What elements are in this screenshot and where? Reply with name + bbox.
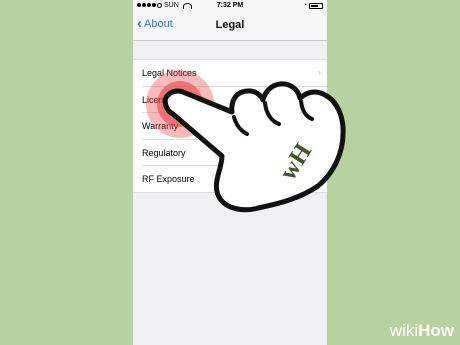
list-item-warranty[interactable]: Warranty — [133, 113, 327, 140]
phone-screen: SUN 7:32 PM ◔ ‹ About Legal Legal Notice… — [133, 0, 327, 345]
nav-bar: ‹ About Legal — [133, 12, 327, 41]
list-item-label: Warranty — [142, 121, 179, 131]
chevron-right-icon: › — [317, 67, 321, 79]
list-item-regulatory[interactable]: Regulatory — [133, 140, 327, 167]
watermark-wiki: wiki — [389, 321, 419, 340]
status-right: ◔ — [303, 2, 323, 9]
alarm-icon: ◔ — [302, 2, 307, 9]
list-item-label: Regulatory — [142, 147, 186, 158]
list-item-label: License — [142, 94, 174, 105]
page-title: Legal — [215, 19, 245, 31]
list-item-license[interactable]: License — [133, 87, 327, 114]
legal-list: Legal Notices › License Warranty Regulat… — [133, 60, 327, 193]
list-item-legal-notices[interactable]: Legal Notices › — [133, 60, 327, 87]
list-item-rf-exposure[interactable]: RF Exposure — [133, 166, 327, 193]
wikihow-watermark: wikiHow — [390, 321, 454, 341]
list-item-label: RF Exposure — [142, 174, 195, 184]
watermark-how: How — [418, 321, 454, 340]
battery-icon — [309, 2, 323, 9]
status-bar: SUN 7:32 PM ◔ — [133, 0, 327, 12]
list-item-label: Legal Notices — [142, 68, 197, 78]
status-time: 7:32 PM — [216, 2, 244, 9]
